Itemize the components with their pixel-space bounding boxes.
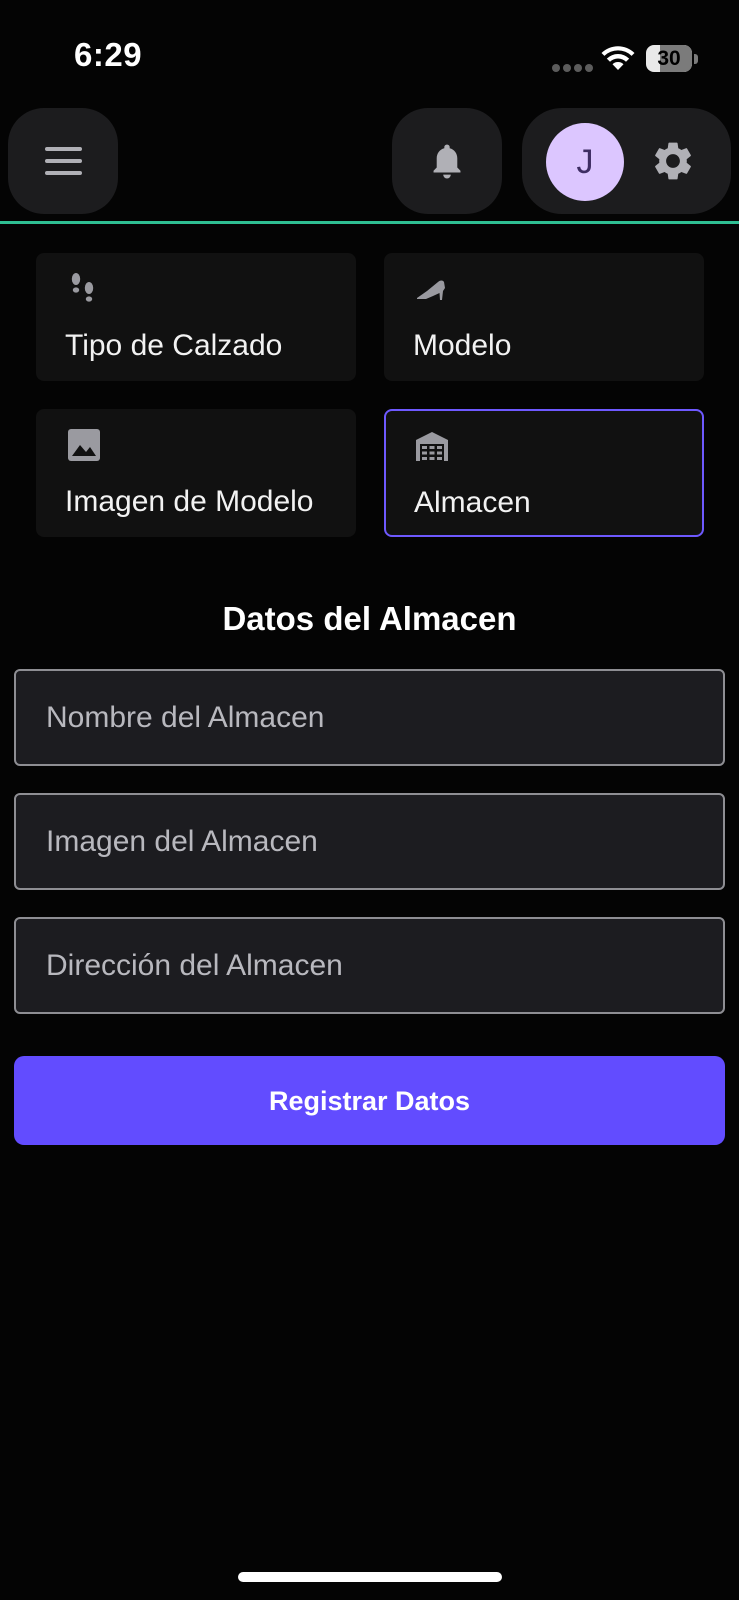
- category-card-tipo-de-calzado[interactable]: Tipo de Calzado: [36, 253, 356, 381]
- top-app-bar: J: [0, 106, 739, 224]
- notifications-button[interactable]: [392, 108, 502, 214]
- register-data-button[interactable]: Registrar Datos: [14, 1056, 725, 1145]
- battery-indicator: 30: [646, 45, 698, 72]
- menu-icon: [45, 147, 82, 175]
- footprints-icon: [71, 273, 94, 302]
- avatar[interactable]: J: [546, 123, 624, 201]
- category-card-label: Almacen: [414, 486, 531, 519]
- category-card-label: Tipo de Calzado: [65, 329, 283, 362]
- profile-group: J: [522, 108, 731, 214]
- status-bar: 6:29 30: [0, 0, 739, 112]
- category-card-almacen[interactable]: Almacen: [384, 409, 704, 537]
- high-heel-icon: [417, 280, 445, 300]
- bell-icon: [433, 144, 461, 179]
- warehouse-address-input[interactable]: [16, 919, 723, 1012]
- cellular-signal-icon: [552, 64, 593, 72]
- warehouse-name-input[interactable]: [16, 671, 723, 764]
- warehouse-address-field: [14, 917, 725, 1014]
- menu-button[interactable]: [8, 108, 118, 214]
- image-icon: [68, 429, 100, 461]
- category-card-label: Modelo: [413, 329, 512, 362]
- category-card-imagen-de-modelo[interactable]: Imagen de Modelo: [36, 409, 356, 537]
- gear-icon[interactable]: [650, 138, 696, 184]
- warehouse-image-field: [14, 793, 725, 890]
- wifi-icon: [601, 46, 635, 70]
- category-card-label: Imagen de Modelo: [65, 485, 314, 518]
- form-title: Datos del Almacen: [222, 600, 517, 637]
- battery-level: 30: [657, 47, 681, 70]
- home-indicator[interactable]: [238, 1572, 502, 1582]
- warehouse-name-field: [14, 669, 725, 766]
- warehouse-image-input[interactable]: [16, 795, 723, 888]
- app-bar-divider: [0, 221, 739, 224]
- status-time: 6:29: [74, 36, 143, 73]
- category-card-modelo[interactable]: Modelo: [384, 253, 704, 381]
- warehouse-icon: [416, 432, 448, 461]
